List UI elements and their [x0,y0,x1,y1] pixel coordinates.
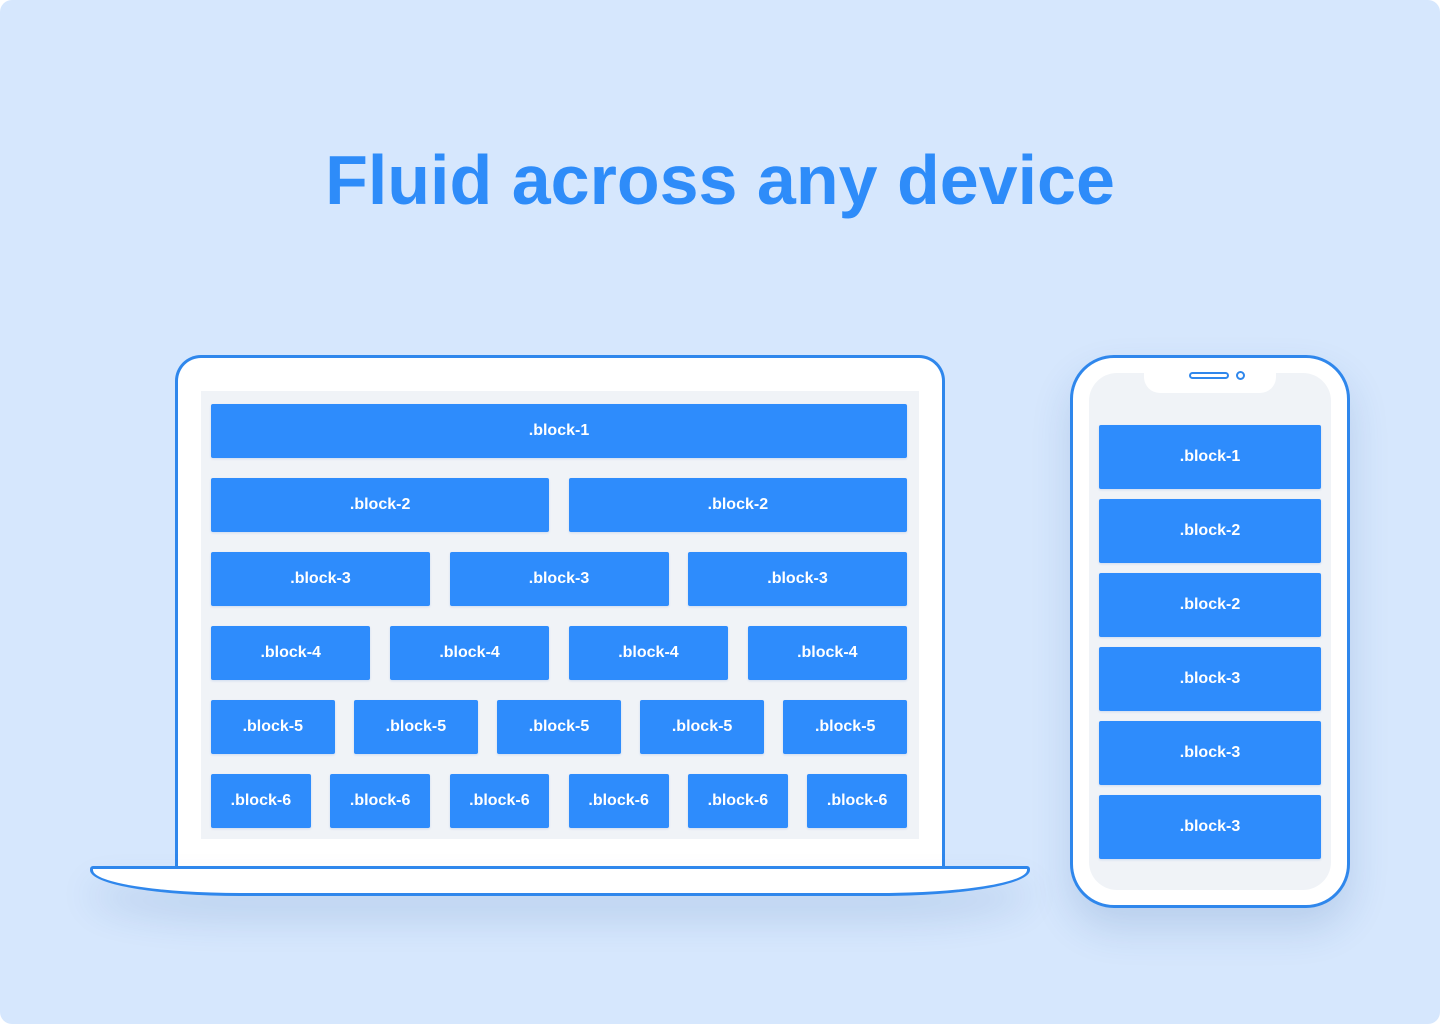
laptop-screen [201,391,919,839]
laptop-block: .block-4 [747,626,907,680]
laptop-block: .block-3 [688,552,907,606]
laptop-block: .block-6 [330,774,430,828]
headline: Fluid across any device [325,141,1115,219]
laptop-block: .block-5 [497,700,621,754]
phone-block: .block-2 [1099,573,1321,637]
laptop-block: .block-5 [783,700,907,754]
laptop-base [90,866,1030,896]
phone-block: .block-2 [1099,499,1321,563]
laptop-block: .block-5 [354,700,478,754]
laptop-block: .block-2 [568,478,907,532]
laptop-block: .block-1 [211,404,907,458]
phone-block: .block-3 [1099,647,1321,711]
phone-block: .block-3 [1099,721,1321,785]
phone-camera-icon [1236,371,1245,380]
illustration-canvas: Fluid across any device .block-1 .block-2… [0,0,1440,1024]
laptop-block: .block-4 [568,626,729,680]
laptop-block: .block-4 [389,626,550,680]
laptop-block: .block-6 [688,774,788,828]
laptop-block: .block-6 [568,774,669,828]
phone-block: .block-1 [1099,425,1321,489]
laptop-block: .block-3 [211,552,430,606]
phone-block: .block-3 [1099,795,1321,859]
laptop-block: .block-5 [640,700,764,754]
laptop-block: .block-5 [211,700,335,754]
phone-speaker-icon [1189,372,1229,379]
laptop-block: .block-3 [449,552,669,606]
laptop-block: .block-2 [211,478,550,532]
laptop-block: .block-4 [211,626,371,680]
laptop-block: .block-6 [807,774,907,828]
laptop-block: .block-6 [449,774,550,828]
laptop-block: .block-6 [211,774,311,828]
